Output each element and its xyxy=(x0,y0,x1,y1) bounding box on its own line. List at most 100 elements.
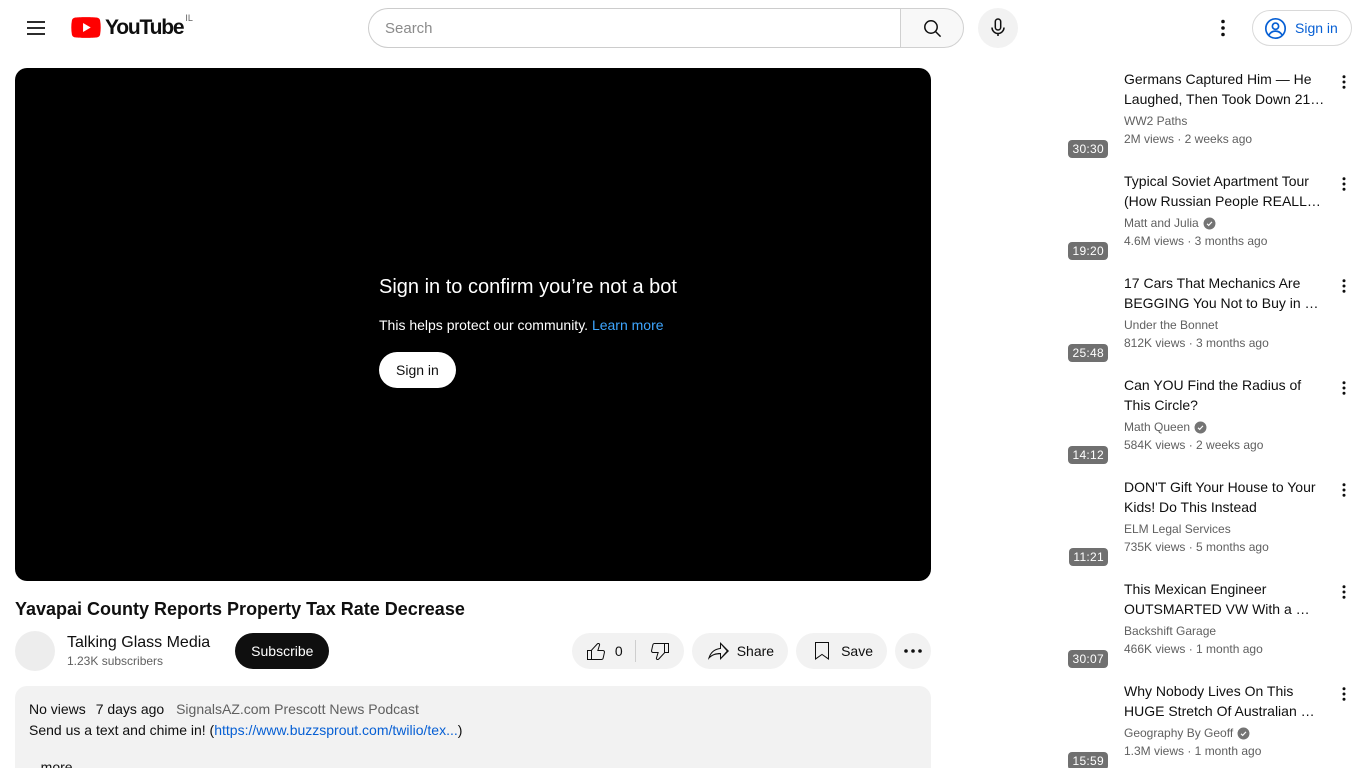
duration-badge: 15:59 xyxy=(1068,752,1108,768)
related-video-meta: 2M views · 2 weeks ago xyxy=(1124,132,1253,146)
related-video-meta: 735K views · 5 months ago xyxy=(1124,540,1269,554)
top-bar: YouTube IL Sign in xyxy=(0,0,1366,56)
thumbs-up-icon xyxy=(584,639,608,663)
kebab-vertical-icon xyxy=(1335,583,1353,601)
verified-badge-icon xyxy=(1194,421,1207,434)
duration-badge: 30:30 xyxy=(1068,140,1108,158)
related-video-item: 30:30 Germans Captured Him — He Laughed,… xyxy=(944,68,1356,162)
kebab-vertical-icon xyxy=(1335,685,1353,703)
youtube-watch-page: YouTube IL Sign in xyxy=(0,0,1366,768)
subscriber-count: 1.23K subscribers xyxy=(67,654,164,668)
dislike-button[interactable] xyxy=(636,633,684,669)
description-text: Send us a text and chime in! ( xyxy=(29,722,215,738)
upload-date: 7 days ago xyxy=(95,701,165,717)
channel-row: Talking Glass Media 1.23K subscribers Su… xyxy=(15,631,931,671)
channel-avatar[interactable] xyxy=(15,631,55,671)
related-channel-name[interactable]: Geography By Geoff xyxy=(1124,725,1233,742)
person-circle-icon xyxy=(1263,16,1288,41)
related-video-meta: 812K views · 3 months ago xyxy=(1124,336,1269,350)
related-video-item: 19:20 Typical Soviet Apartment Tour (How… xyxy=(944,170,1356,264)
description-text-suffix: ) xyxy=(457,722,463,738)
related-channel-name[interactable]: Under the Bonnet xyxy=(1124,317,1218,334)
bot-check-overlay: Sign in to confirm you’re not a bot This… xyxy=(379,274,677,388)
share-label: Share xyxy=(736,643,775,659)
video-more-actions-button[interactable] xyxy=(895,633,931,669)
signin-label: Sign in xyxy=(1295,20,1338,36)
related-video-title[interactable]: Why Nobody Lives On This HUGE Stretch Of… xyxy=(1124,681,1326,721)
search-box xyxy=(368,8,964,48)
duration-badge: 30:07 xyxy=(1068,650,1108,668)
expand-description-button[interactable]: ...more xyxy=(29,757,917,768)
voice-search-button[interactable] xyxy=(978,8,1018,48)
related-channel-name[interactable]: Math Queen xyxy=(1124,419,1190,436)
save-label: Save xyxy=(841,643,873,659)
related-video-title[interactable]: Typical Soviet Apartment Tour (How Russi… xyxy=(1124,171,1326,211)
kebab-vertical-icon xyxy=(1211,16,1235,40)
related-item-menu-button[interactable] xyxy=(1332,274,1356,298)
kebab-vertical-icon xyxy=(1335,175,1353,193)
bookmark-icon xyxy=(810,639,834,663)
video-thumbnail[interactable]: 30:30 xyxy=(944,68,1112,162)
kebab-vertical-icon xyxy=(1335,379,1353,397)
related-item-menu-button[interactable] xyxy=(1332,682,1356,706)
kebab-vertical-icon xyxy=(1335,277,1353,295)
header-signin-button[interactable]: Sign in xyxy=(1252,10,1352,46)
video-thumbnail[interactable]: 11:21 xyxy=(944,476,1112,570)
overlay-title: Sign in to confirm you’re not a bot xyxy=(379,276,677,298)
subscribe-button[interactable]: Subscribe xyxy=(235,633,330,669)
related-item-menu-button[interactable] xyxy=(1332,376,1356,400)
view-count: No views xyxy=(29,701,86,717)
save-button[interactable]: Save xyxy=(796,633,887,669)
video-player[interactable]: Sign in to confirm you’re not a bot This… xyxy=(15,68,931,581)
search-button[interactable] xyxy=(900,8,964,48)
action-bar: 0 Share Save xyxy=(571,633,931,669)
channel-name[interactable]: Talking Glass Media xyxy=(67,633,210,653)
related-item-menu-button[interactable] xyxy=(1332,172,1356,196)
hamburger-menu-button[interactable] xyxy=(16,8,56,48)
kebab-vertical-icon xyxy=(1335,481,1353,499)
like-dislike-group: 0 xyxy=(571,633,684,669)
related-video-meta: 584K views · 2 weeks ago xyxy=(1124,438,1264,452)
video-thumbnail[interactable]: 14:12 xyxy=(944,374,1112,468)
youtube-wordmark: YouTube xyxy=(105,16,185,39)
ellipsis-horizontal-icon xyxy=(901,639,925,663)
description-box[interactable]: No views 7 days ago SignalsAZ.com Presco… xyxy=(15,686,931,768)
related-channel-name[interactable]: Backshift Garage xyxy=(1124,623,1216,640)
related-videos-sidebar: 30:30 Germans Captured Him — He Laughed,… xyxy=(944,68,1356,768)
video-thumbnail[interactable]: 15:59 xyxy=(944,680,1112,768)
related-video-meta: 4.6M views · 3 months ago xyxy=(1124,234,1268,248)
related-video-title[interactable]: DON'T Gift Your House to Your Kids! Do T… xyxy=(1124,477,1326,517)
video-thumbnail[interactable]: 19:20 xyxy=(944,170,1112,264)
related-channel-name[interactable]: Matt and Julia xyxy=(1124,215,1199,232)
related-video-title[interactable]: 17 Cars That Mechanics Are BEGGING You N… xyxy=(1124,273,1326,313)
related-item-menu-button[interactable] xyxy=(1332,580,1356,604)
share-button[interactable]: Share xyxy=(691,633,789,669)
duration-badge: 25:48 xyxy=(1068,344,1108,362)
related-channel-name[interactable]: ELM Legal Services xyxy=(1124,521,1231,538)
related-video-title[interactable]: This Mexican Engineer OUTSMARTED VW With… xyxy=(1124,579,1326,619)
video-thumbnail[interactable]: 30:07 xyxy=(944,578,1112,672)
related-channel-name[interactable]: WW2 Paths xyxy=(1124,113,1187,130)
search-input[interactable] xyxy=(368,8,900,48)
youtube-logo[interactable]: YouTube IL xyxy=(71,13,193,39)
related-item-menu-button[interactable] xyxy=(1332,70,1356,94)
description-topic: SignalsAZ.com Prescott News Podcast xyxy=(176,701,419,717)
duration-badge: 14:12 xyxy=(1068,446,1108,464)
thumbs-down-icon xyxy=(648,639,672,663)
like-count: 0 xyxy=(614,643,623,659)
overlay-signin-button[interactable]: Sign in xyxy=(379,352,456,388)
overlay-subtitle: This helps protect our community. xyxy=(379,317,589,333)
like-button[interactable]: 0 xyxy=(572,633,635,669)
search-icon xyxy=(920,16,944,40)
header-more-options-button[interactable] xyxy=(1203,8,1243,48)
related-video-item: 14:12 Can YOU Find the Radius of This Ci… xyxy=(944,374,1356,468)
learn-more-link[interactable]: Learn more xyxy=(592,317,664,333)
duration-badge: 11:21 xyxy=(1069,548,1108,566)
related-item-menu-button[interactable] xyxy=(1332,478,1356,502)
video-thumbnail[interactable]: 25:48 xyxy=(944,272,1112,366)
related-video-title[interactable]: Can YOU Find the Radius of This Circle? xyxy=(1124,375,1326,415)
verified-badge-icon xyxy=(1237,727,1250,740)
related-video-title[interactable]: Germans Captured Him — He Laughed, Then … xyxy=(1124,69,1326,109)
video-title: Yavapai County Reports Property Tax Rate… xyxy=(15,599,465,619)
description-link[interactable]: https://www.buzzsprout.com/twilio/tex... xyxy=(214,722,458,738)
